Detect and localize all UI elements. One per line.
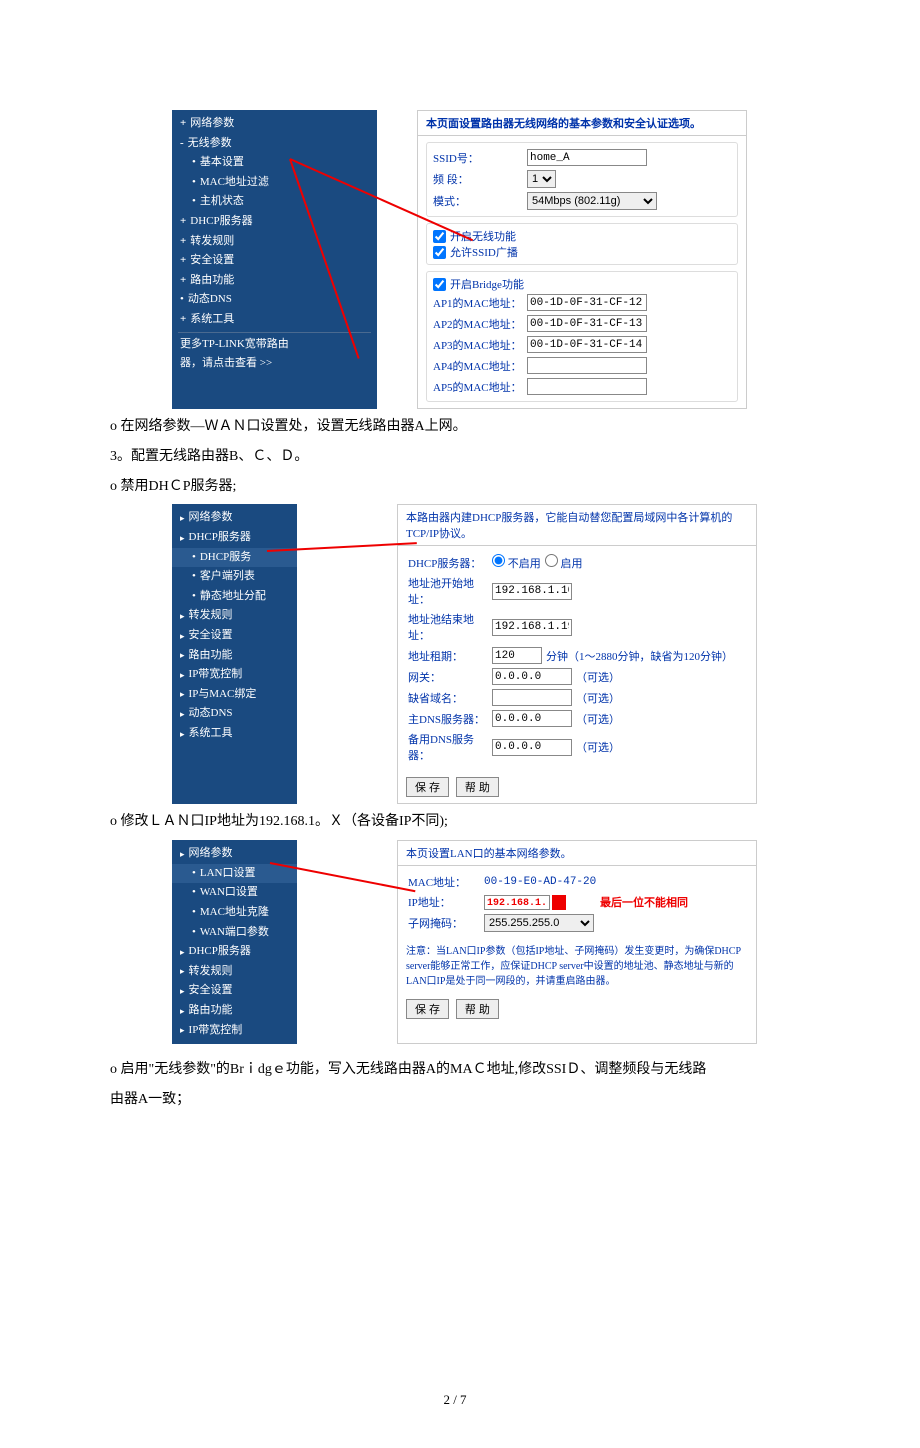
lan-note: 注意：当LAN口IP参数（包括IP地址、子网掩码）发生变更时，为确保DHCP s… [398,940,756,993]
ap-mac-label: AP4的MAC地址： [433,358,523,374]
sidebar-item[interactable]: 路由功能 [172,1001,297,1021]
sidebar-item[interactable]: IP带宽控制 [172,1021,297,1041]
mask-select[interactable]: 255.255.255.0 [484,914,594,932]
body-text: o 在网络参数—ＷＡＮ口设置处，设置无线路由器A上网。 [110,415,800,439]
ip-input[interactable]: 192.168.1. [484,895,550,910]
enable-wireless-checkbox[interactable] [433,230,446,243]
lease-input[interactable] [492,647,542,664]
save-button[interactable]: 保 存 [406,999,449,1019]
sidebar-item[interactable]: 静态地址分配 [172,587,297,607]
channel-select[interactable]: 1 [527,170,556,188]
sidebar-item[interactable]: WAN端口参数 [172,923,297,943]
sidebar-item[interactable]: 系统工具 [172,724,297,744]
ip-label: IP地址： [408,894,480,910]
dhcp-enable-radio[interactable] [545,554,558,567]
sidebar-item[interactable]: 转发规则 [172,232,377,252]
ap-mac-label: AP2的MAC地址： [433,316,523,332]
help-button[interactable]: 帮 助 [456,777,499,797]
ap-mac-input[interactable] [527,357,647,374]
panel-dhcp: 本路由器内建DHCP服务器，它能自动替您配置局域网中各计算机的TCP/IP协议。… [397,504,757,804]
sidebar-item[interactable]: 安全设置 [172,981,297,1001]
help-button[interactable]: 帮 助 [456,999,499,1019]
sidebar-item[interactable]: 网络参数 [172,114,377,134]
dhcp-input[interactable] [492,619,572,636]
sidebar-item[interactable]: 转发规则 [172,962,297,982]
ap-mac-input[interactable] [527,294,647,311]
sidebar-item[interactable]: 主机状态 [172,192,377,212]
sidebar-item[interactable]: 基本设置 [172,153,377,173]
dhcp-disable-radio[interactable] [492,554,505,567]
dhcp-field-label: 地址池结束地址： [408,611,488,643]
save-button[interactable]: 保 存 [406,777,449,797]
dhcp-opt-input[interactable] [492,710,572,727]
channel-label: 频 段： [433,171,523,187]
dhcp-field-label: 地址池开始地址： [408,575,488,607]
body-text: 由器A一致； [110,1088,800,1112]
sidebar-item[interactable]: LAN口设置 [172,864,297,884]
allow-ssid-checkbox[interactable] [433,246,446,259]
sidebar-item[interactable]: IP带宽控制 [172,665,297,685]
sidebar-item[interactable]: WAN口设置 [172,883,297,903]
ap-mac-input[interactable] [527,378,647,395]
figure-wireless-settings: 网络参数无线参数基本设置MAC地址过滤主机状态DHCP服务器转发规则安全设置路由… [172,110,800,409]
panel-title: 本路由器内建DHCP服务器，它能自动替您配置局域网中各计算机的TCP/IP协议。 [398,505,756,546]
sidebar-item[interactable]: MAC地址克隆 [172,903,297,923]
dhcp-opt-input[interactable] [492,689,572,706]
panel-title: 本页设置LAN口的基本网络参数。 [398,841,756,866]
body-text: o 修改ＬＡＮ口IP地址为192.168.1。Ｘ（各设备IP不同); [110,810,800,834]
figure-dhcp-settings: 网络参数DHCP服务器DHCP服务客户端列表静态地址分配转发规则安全设置路由功能… [172,504,800,804]
sidebar-more[interactable]: 更多TP-LINK宽带路由 [172,335,377,355]
sidebar-item[interactable]: 路由功能 [172,271,377,291]
sidebar-item[interactable]: IP与MAC绑定 [172,685,297,705]
dhcp-field-label: DHCP服务器： [408,555,488,571]
ip-note: 最后一位不能相同 [600,894,688,910]
ap-mac-input[interactable] [527,336,647,353]
ap-mac-label: AP1的MAC地址： [433,295,523,311]
ssid-label: SSID号： [433,150,523,166]
mask-label: 子网掩码： [408,915,480,931]
body-text: o 启用"无线参数"的Brｉdgｅ功能，写入无线路由器A的MAＣ地址,修改SSI… [110,1058,800,1082]
dhcp-input[interactable] [492,583,572,600]
ip-cursor [552,895,566,910]
enable-bridge-checkbox[interactable] [433,278,446,291]
sidebar-item[interactable]: 动态DNS [172,704,297,724]
dhcp-field-label: 缺省域名： [408,690,488,706]
sidebar-item[interactable]: 路由功能 [172,646,297,666]
mac-value: 00-19-E0-AD-47-20 [484,876,596,888]
ap-mac-label: AP3的MAC地址： [433,337,523,353]
sidebar-item[interactable]: 动态DNS [172,290,377,310]
mac-label: MAC地址： [408,874,480,890]
panel-lan: 本页设置LAN口的基本网络参数。 MAC地址： 00-19-E0-AD-47-20… [397,840,757,1044]
sidebar-item[interactable]: 网络参数 [172,844,297,864]
body-text: o 禁用DHＣP服务器; [110,475,800,499]
sidebar-item[interactable]: 客户端列表 [172,567,297,587]
sidebar-item[interactable]: 安全设置 [172,626,297,646]
ap-mac-input[interactable] [527,315,647,332]
sidebar: 网络参数LAN口设置WAN口设置MAC地址克隆WAN端口参数DHCP服务器转发规… [172,840,297,1044]
dhcp-opt-input[interactable] [492,739,572,756]
sidebar-item[interactable]: 转发规则 [172,606,297,626]
dhcp-field-label: 主DNS服务器： [408,711,488,727]
sidebar-item[interactable]: DHCP服务器 [172,528,297,548]
ssid-input[interactable] [527,149,647,166]
sidebar-item[interactable]: 安全设置 [172,251,377,271]
sidebar-item[interactable]: 网络参数 [172,508,297,528]
dhcp-field-label: 网关： [408,669,488,685]
sidebar-item[interactable]: DHCP服务器 [172,942,297,962]
dhcp-field-label: 地址租期： [408,648,488,664]
panel-wireless: 本页面设置路由器无线网络的基本参数和安全认证选项。 SSID号： 频 段：1 模… [417,110,747,409]
ap-mac-label: AP5的MAC地址： [433,379,523,395]
sidebar-more[interactable]: 器，请点击查看 >> [172,354,377,374]
mode-select[interactable]: 54Mbps (802.11g) [527,192,657,210]
page-number: 2 / 7 [110,1392,800,1408]
mode-label: 模式： [433,193,523,209]
sidebar: 网络参数无线参数基本设置MAC地址过滤主机状态DHCP服务器转发规则安全设置路由… [172,110,377,409]
sidebar-item[interactable]: 无线参数 [172,134,377,154]
figure-lan-settings: 网络参数LAN口设置WAN口设置MAC地址克隆WAN端口参数DHCP服务器转发规… [172,840,800,1044]
dhcp-field-label: 备用DNS服务器： [408,731,488,763]
panel-title: 本页面设置路由器无线网络的基本参数和安全认证选项。 [418,111,746,136]
sidebar-item[interactable]: DHCP服务器 [172,212,377,232]
body-text: 3。配置无线路由器B、Ｃ、Ｄ。 [110,445,800,469]
dhcp-opt-input[interactable] [492,668,572,685]
